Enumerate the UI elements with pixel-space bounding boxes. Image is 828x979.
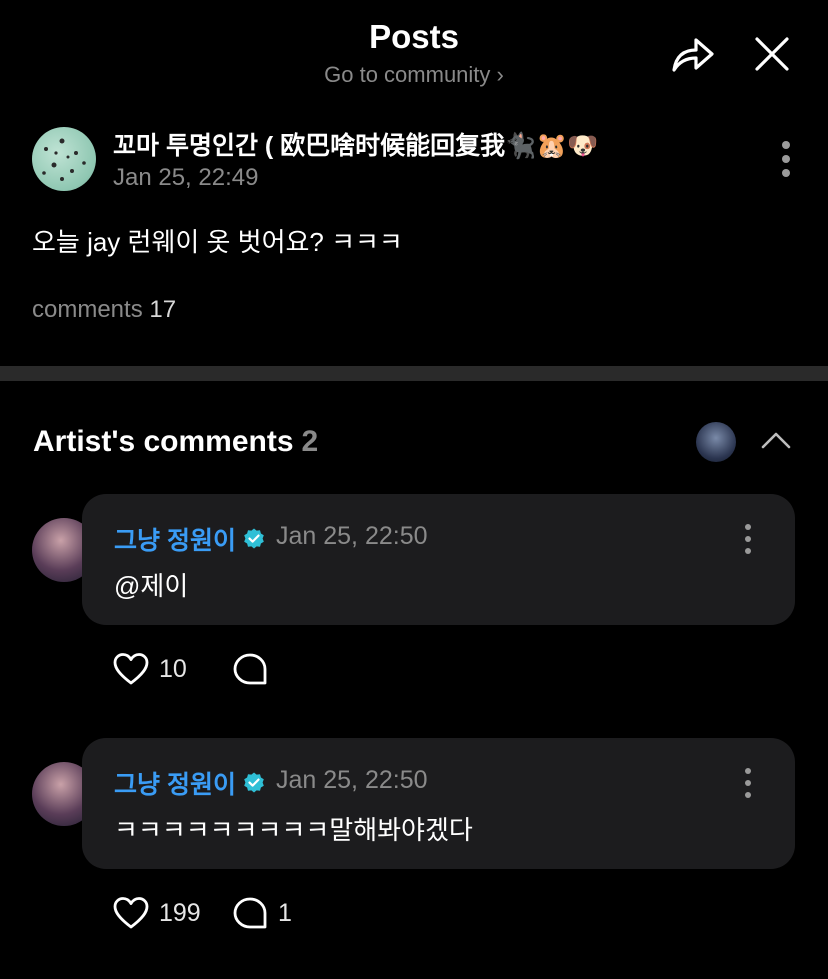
reply-button[interactable]: 1 <box>232 896 292 930</box>
heart-icon <box>113 897 149 929</box>
reply-bubble-icon <box>233 897 267 929</box>
comment-author[interactable]: 그냥 정원이 <box>114 521 266 557</box>
comment-bubble <box>82 494 795 625</box>
close-icon[interactable] <box>752 34 792 74</box>
artist-comments-title: Artist's comments <box>33 425 294 458</box>
verified-badge-icon <box>244 528 264 549</box>
like-button[interactable]: 199 <box>113 896 201 930</box>
reply-button[interactable] <box>232 652 278 686</box>
post-body-text: 오늘 jay 런웨이 옷 벗어요? ㅋㅋㅋ <box>32 227 403 257</box>
comment-more-icon[interactable] <box>743 524 753 554</box>
section-divider <box>0 366 828 381</box>
reply-bubble-icon <box>233 653 267 685</box>
heart-icon <box>113 653 149 685</box>
share-icon[interactable] <box>668 32 716 76</box>
post-author-name[interactable]: 꼬마 투명인간 ( 欧巴啥时候能回复我🐈‍⬛🐹🐶 <box>113 126 599 162</box>
artist-comments-header: Artist's comments 2 <box>33 425 318 459</box>
comment-more-icon[interactable] <box>743 768 753 798</box>
comments-count-line[interactable]: comments 17 <box>32 296 176 324</box>
comment-text: @제이 <box>114 571 189 601</box>
like-count: 199 <box>159 898 201 927</box>
comment-bubble <box>82 738 795 869</box>
comments-count: 17 <box>149 296 177 323</box>
like-count: 10 <box>159 654 187 683</box>
post-author-avatar[interactable] <box>32 127 96 191</box>
artist-comments-count: 2 <box>301 425 319 458</box>
post-timestamp: Jan 25, 22:49 <box>113 164 259 191</box>
reply-count: 1 <box>278 898 292 927</box>
mint-chip-pattern <box>42 138 86 181</box>
comment-author-name: 그냥 정원이 <box>114 771 236 799</box>
artist-avatar-small[interactable] <box>696 422 736 462</box>
verified-badge-icon <box>244 772 264 793</box>
comment-timestamp: Jan 25, 22:50 <box>276 522 428 550</box>
comment-author[interactable]: 그냥 정원이 <box>114 765 266 801</box>
comment-text: ㅋㅋㅋㅋㅋㅋㅋㅋㅋ말해봐야겠다 <box>114 815 473 845</box>
comments-label: comments <box>32 296 143 323</box>
post-more-icon[interactable] <box>781 141 791 177</box>
comment-author-name: 그냥 정원이 <box>114 527 236 555</box>
comment-timestamp: Jan 25, 22:50 <box>276 766 428 794</box>
chevron-up-icon[interactable] <box>760 430 792 450</box>
like-button[interactable]: 10 <box>113 652 187 686</box>
